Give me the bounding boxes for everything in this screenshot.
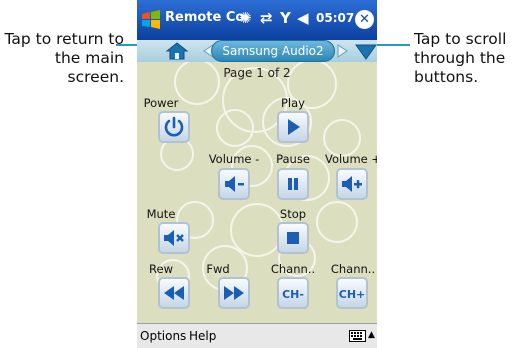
pause-icon xyxy=(288,178,298,190)
stop-icon xyxy=(287,232,299,244)
device-screen: Remote Co ✺ ⇄ Y ◀ 05:07 ✕ Samsung Audio2 xyxy=(137,0,377,348)
callout-left-text: Tap to return to the main screen. xyxy=(4,30,124,86)
input-panel-arrow-icon[interactable]: ▲ xyxy=(368,330,375,340)
channel-up-icon: CH+ xyxy=(339,288,365,301)
volume-up-button[interactable] xyxy=(336,168,368,200)
menu-help[interactable]: Help xyxy=(189,329,216,343)
mute-label: Mute xyxy=(146,207,176,221)
power-icon xyxy=(164,116,184,137)
keyboard-icon[interactable] xyxy=(349,330,366,342)
menu-options[interactable]: Options xyxy=(140,329,186,343)
power-label: Power xyxy=(143,96,179,110)
channel-down-text: CH- xyxy=(282,288,304,301)
app-title: Remote Co xyxy=(165,10,245,25)
play-button[interactable] xyxy=(277,111,309,143)
title-bar: Remote Co ✺ ⇄ Y ◀ 05:07 ✕ xyxy=(137,0,377,40)
remote-icon[interactable]: ✺ xyxy=(239,9,252,27)
fwd-button[interactable] xyxy=(218,277,250,309)
menu-bar: Options Help ▲ xyxy=(137,323,377,348)
fwd-label: Fwd xyxy=(206,262,230,276)
play-icon xyxy=(288,119,300,135)
fast-forward-icon xyxy=(224,286,244,300)
rew-button[interactable] xyxy=(158,277,190,309)
volume-down-button[interactable] xyxy=(218,168,250,200)
stop-button[interactable] xyxy=(277,222,309,254)
volume-up-label: Volume + xyxy=(324,152,377,166)
mute-button[interactable] xyxy=(158,222,190,254)
channel-down-icon: CH- xyxy=(282,288,304,301)
pause-button[interactable] xyxy=(277,168,309,200)
close-icon[interactable]: ✕ xyxy=(355,10,374,29)
home-icon[interactable] xyxy=(165,41,189,61)
channel-up-label: Chann.. xyxy=(330,262,376,276)
volume-down-icon xyxy=(225,176,244,192)
mute-icon xyxy=(164,230,184,246)
windows-start-icon[interactable] xyxy=(140,9,162,31)
channel-up-text: CH+ xyxy=(339,288,365,301)
clock[interactable]: 05:07 xyxy=(316,11,354,25)
rewind-icon xyxy=(164,286,184,300)
volume-up-icon xyxy=(342,176,362,192)
callout-right-text: Tap to scroll through the buttons. xyxy=(414,30,507,86)
connectivity-icon[interactable]: ⇄ xyxy=(260,9,273,27)
device-selector[interactable]: Samsung Audio2 xyxy=(211,40,335,62)
channel-down-button[interactable]: CH- xyxy=(277,277,309,309)
scroll-buttons-icon[interactable] xyxy=(354,43,377,61)
next-device-icon[interactable] xyxy=(336,43,350,59)
play-label: Play xyxy=(281,96,305,110)
stop-label: Stop xyxy=(279,207,307,221)
page-indicator: Page 1 of 2 xyxy=(223,66,291,80)
volume-icon[interactable]: ◀ xyxy=(297,9,309,27)
signal-icon[interactable]: Y xyxy=(280,9,291,27)
power-button[interactable] xyxy=(158,111,190,143)
channel-up-button[interactable]: CH+ xyxy=(336,277,368,309)
